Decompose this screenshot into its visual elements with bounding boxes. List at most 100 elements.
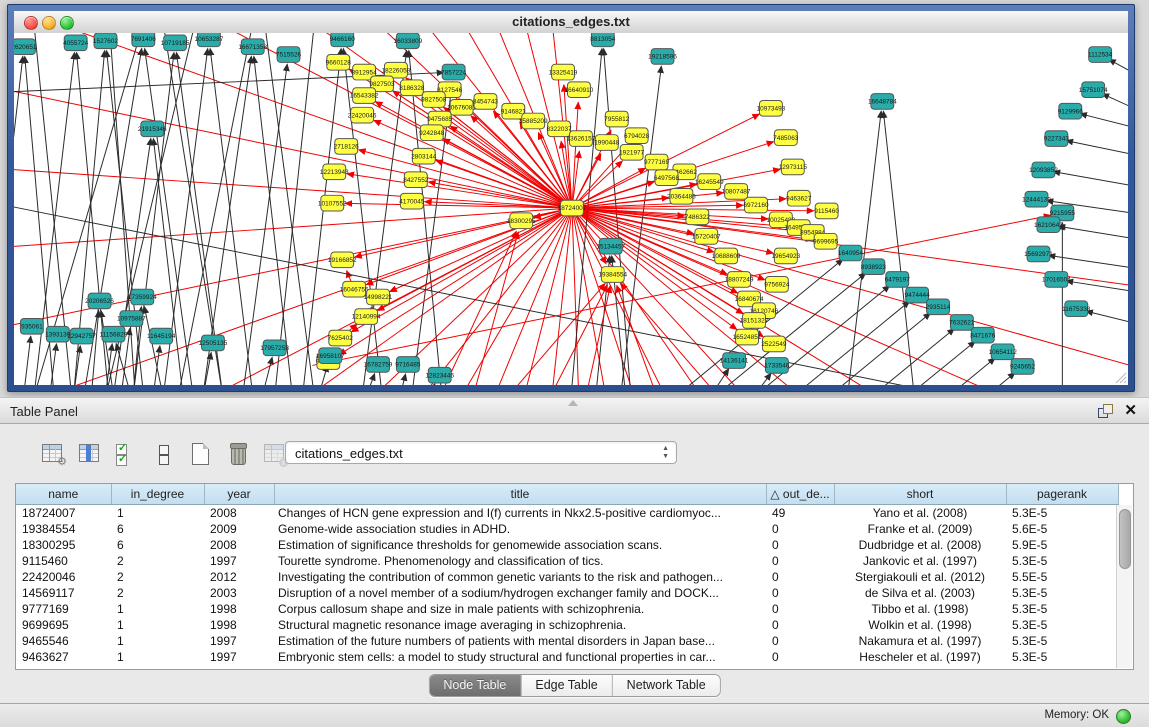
column-header-out_de[interactable]: △ out_de...: [766, 484, 834, 505]
table-row[interactable]: 946362711997Embryonic stem cells: a mode…: [16, 649, 1118, 665]
graph-node[interactable]: 8938923: [861, 259, 887, 275]
graph-node[interactable]: 19218596: [648, 49, 677, 65]
graph-node[interactable]: 9756924: [764, 276, 790, 292]
graph-node[interactable]: 12444139: [1022, 191, 1051, 207]
graph-node[interactable]: 6972160: [743, 197, 769, 213]
graph-node[interactable]: 2935114: [926, 299, 951, 315]
graph-node[interactable]: 16543382: [350, 88, 379, 104]
graph-node[interactable]: 9242848: [419, 125, 445, 141]
column-header-title[interactable]: title: [274, 484, 766, 505]
graph-node[interactable]: 9660128: [326, 55, 352, 71]
graph-node[interactable]: 1921977: [619, 144, 645, 160]
graph-hub-node[interactable]: 18724007: [558, 200, 587, 216]
graph-node[interactable]: 4055724: [63, 35, 89, 51]
graph-node[interactable]: 16671358: [238, 39, 267, 55]
graph-node[interactable]: 9115460: [814, 203, 839, 219]
graph-node[interactable]: 7625402: [328, 330, 354, 346]
graph-node[interactable]: 16524851: [733, 329, 762, 345]
float-panel-icon[interactable]: [1098, 404, 1113, 419]
graph-node[interactable]: 8454743: [473, 94, 499, 110]
graph-node[interactable]: 11645194: [147, 328, 176, 344]
graph-node[interactable]: 13626157: [567, 131, 596, 147]
graph-node[interactable]: 16648784: [868, 94, 897, 110]
graph-node[interactable]: 15751074: [1079, 82, 1108, 98]
graph-node[interactable]: 16210643: [1034, 217, 1063, 233]
graph-node[interactable]: 7955812: [604, 111, 630, 127]
column-header-name[interactable]: name: [16, 484, 111, 505]
graph-node[interactable]: 17016504: [1042, 272, 1071, 288]
graph-node[interactable]: 15885209: [519, 113, 548, 129]
table-row[interactable]: 946554611997Estimation of the future num…: [16, 633, 1118, 649]
graph-node[interactable]: 18807249: [725, 272, 754, 288]
graph-node[interactable]: 7486322: [685, 209, 711, 225]
graph-node[interactable]: 1640954: [838, 245, 864, 261]
graph-node[interactable]: 2718126: [334, 139, 360, 155]
show-columns-icon[interactable]: [77, 441, 103, 467]
graph-node[interactable]: 11675338: [1062, 301, 1091, 317]
graph-node[interactable]: 6794028: [624, 128, 650, 144]
tab-edge-table[interactable]: Edge Table: [521, 675, 612, 696]
graph-node[interactable]: 10654112: [989, 344, 1018, 360]
graph-node[interactable]: 9466160: [330, 33, 356, 47]
table-row[interactable]: 911546021997Tourette syndrome. Phenomeno…: [16, 553, 1118, 569]
graph-node[interactable]: 935061: [20, 319, 43, 335]
graph-node[interactable]: 12213943: [320, 164, 349, 180]
column-header-pagerank[interactable]: pagerank: [1006, 484, 1118, 505]
resize-grip-icon[interactable]: [1113, 370, 1127, 384]
graph-node[interactable]: 4170045: [399, 193, 425, 209]
citation-network-graph[interactable]: 1872400796601288912954182260589827503165…: [14, 33, 1128, 385]
graph-node[interactable]: 12823446: [425, 367, 454, 383]
graph-node[interactable]: 19384554: [598, 267, 627, 283]
graph-node[interactable]: 7857224: [441, 64, 467, 80]
graph-node[interactable]: 10653287: [195, 33, 224, 47]
column-header-year[interactable]: year: [204, 484, 274, 505]
network-view-window[interactable]: citations_edges.txt 18724007966012889129…: [7, 4, 1135, 392]
show-rows-icon[interactable]: [151, 441, 177, 467]
graph-node[interactable]: 10975887: [117, 311, 146, 327]
graph-node[interactable]: 8322037: [546, 121, 572, 137]
graph-node[interactable]: 17359924: [128, 289, 157, 305]
table-row[interactable]: 1938455462009Genome-wide association stu…: [16, 521, 1118, 537]
graph-node[interactable]: 10719185: [161, 35, 190, 51]
graph-node[interactable]: 10107552: [318, 195, 347, 211]
graph-node[interactable]: 16245549: [695, 174, 724, 190]
table-selector-dropdown[interactable]: citations_edges.txt ▲▼: [285, 441, 677, 464]
graph-node[interactable]: 2522549: [761, 336, 787, 352]
network-window-titlebar[interactable]: citations_edges.txt: [14, 11, 1128, 34]
table-row[interactable]: 1830029562008Estimation of significance …: [16, 537, 1118, 553]
panel-resize-handle[interactable]: [568, 400, 578, 406]
graph-node[interactable]: 17957253: [260, 340, 289, 356]
graph-node[interactable]: 7691406: [131, 33, 157, 47]
table-row[interactable]: 1456911722003Disruption of a novel membe…: [16, 585, 1118, 601]
table-scrollbar[interactable]: [1116, 505, 1132, 668]
new-table-icon[interactable]: [188, 441, 214, 467]
tab-node-table[interactable]: Node Table: [429, 675, 521, 696]
graph-node[interactable]: 10688609: [712, 248, 741, 264]
graph-node[interactable]: 9129966: [1058, 103, 1084, 119]
select-columns-icon[interactable]: [114, 441, 140, 467]
graph-node[interactable]: 20364486: [667, 188, 696, 204]
table-scrollbar-thumb[interactable]: [1119, 509, 1131, 569]
graph-node[interactable]: 10807487: [722, 184, 751, 200]
graph-node[interactable]: 1990448: [594, 135, 620, 151]
graph-node[interactable]: 6479197: [885, 272, 911, 288]
graph-node[interactable]: 6497568: [654, 170, 680, 186]
graph-node[interactable]: 8813054: [590, 33, 616, 47]
graph-node[interactable]: 12973115: [779, 159, 808, 175]
graph-node[interactable]: 14998221: [364, 289, 393, 305]
column-header-short[interactable]: short: [834, 484, 1006, 505]
graph-node[interactable]: 12093852: [1029, 162, 1058, 178]
graph-node[interactable]: 12505135: [199, 335, 228, 351]
graph-node[interactable]: 18151327: [740, 313, 769, 329]
graph-node[interactable]: 16958107: [316, 348, 345, 364]
graph-node[interactable]: 13325419: [549, 64, 578, 80]
close-panel-icon[interactable]: ✕: [1124, 402, 1137, 420]
delete-table-icon[interactable]: [225, 441, 251, 467]
graph-node[interactable]: 22420046: [348, 107, 377, 123]
graph-node[interactable]: 7632621: [949, 315, 975, 331]
graph-node[interactable]: 19654923: [771, 248, 800, 264]
graph-node[interactable]: 12140994: [352, 309, 381, 325]
graph-node[interactable]: 7485063: [773, 130, 799, 146]
graph-node[interactable]: 1527602: [93, 33, 119, 49]
graph-node[interactable]: 9777169: [644, 154, 670, 170]
